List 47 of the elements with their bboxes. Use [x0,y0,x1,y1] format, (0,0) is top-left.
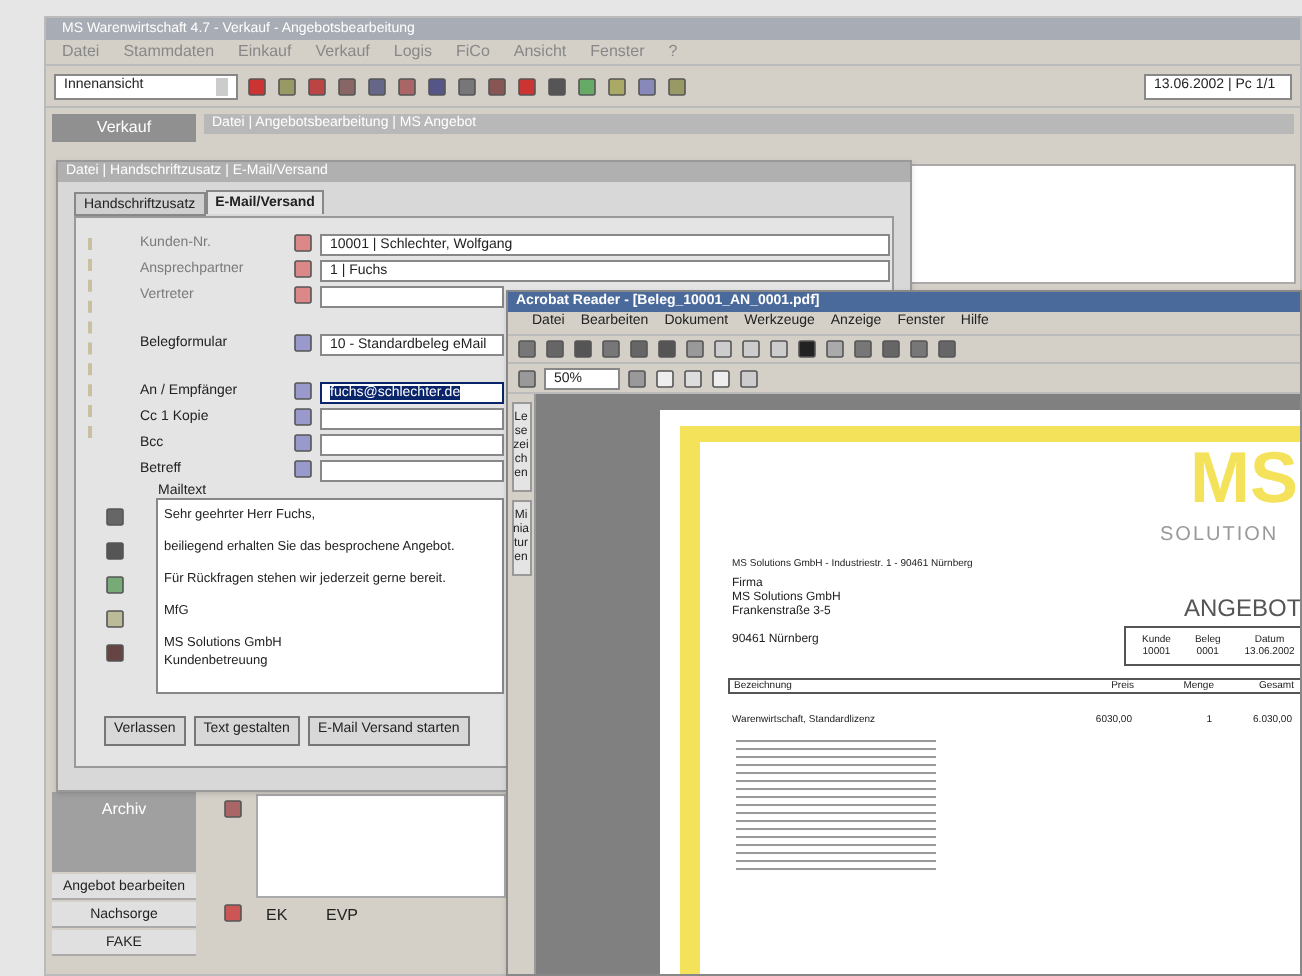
toolbar-icon[interactable] [654,367,676,389]
lookup-icon[interactable] [292,284,314,306]
toolbar-icon[interactable] [710,367,732,389]
toolbar-icon[interactable] [516,75,538,97]
tool-icon[interactable] [104,608,126,630]
toolbar-icon[interactable] [572,338,594,360]
toolbar-icon[interactable] [636,75,658,97]
toolbar-icon[interactable] [656,338,678,360]
toolbar-icon[interactable] [908,338,930,360]
lookup-icon[interactable] [292,332,314,354]
toolbar-icon[interactable] [936,338,958,360]
toolbar-icon[interactable] [456,75,478,97]
toolbar-icon[interactable] [546,75,568,97]
lookup-icon[interactable] [292,232,314,254]
table-cell: EK [266,904,288,928]
toolbar-icon[interactable] [336,75,358,97]
input-field[interactable] [320,434,504,456]
lookup-icon[interactable] [292,380,314,402]
toolbar-icon[interactable] [600,338,622,360]
toolbar-icon[interactable] [246,75,268,97]
toolbar-icon[interactable] [426,75,448,97]
toolbar-icon[interactable] [222,798,244,820]
logo: MS [1190,442,1298,514]
table-cell: EVP [326,904,359,928]
lookup-icon[interactable] [292,258,314,280]
lookup-icon[interactable] [292,406,314,428]
toolbar-icon[interactable] [628,338,650,360]
document-heading: ANGEBOT [1184,592,1300,626]
lookup-icon[interactable] [292,432,314,454]
lookup-icon[interactable] [292,458,314,480]
input-field[interactable] [320,460,504,482]
toolbar-icon[interactable] [516,338,538,360]
toolbar-icon[interactable] [366,75,388,97]
tool-icon[interactable] [104,574,126,596]
input-field[interactable] [320,408,504,430]
logo-text: SOLUTION [1160,522,1279,550]
tool-icon[interactable] [104,642,126,664]
toolbar-icon[interactable] [306,75,328,97]
toolbar-icon[interactable] [486,75,508,97]
toolbar-icon[interactable] [544,338,566,360]
toolbar-icon[interactable] [852,338,874,360]
tool-icon[interactable] [104,540,126,562]
toolbar-icon[interactable] [396,75,418,97]
tool-icon[interactable] [104,506,126,528]
toolbar-icon[interactable] [222,902,244,924]
toolbar-icon[interactable] [796,338,818,360]
toolbar-icon[interactable] [880,338,902,360]
